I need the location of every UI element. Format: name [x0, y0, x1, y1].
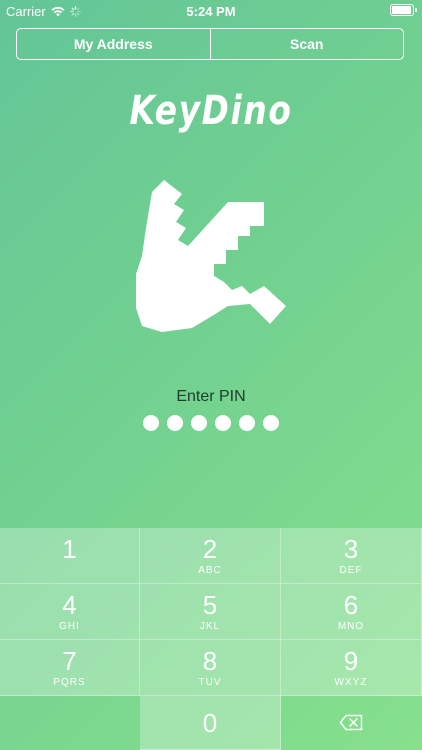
- key-3[interactable]: 3 DEF: [281, 528, 422, 584]
- tab-scan[interactable]: Scan: [209, 29, 404, 59]
- key-letters: GHI: [59, 620, 80, 632]
- tab-my-address[interactable]: My Address: [17, 29, 210, 59]
- key-letters: JKL: [199, 620, 221, 632]
- key-letters: MNO: [337, 620, 365, 632]
- key-number: 0: [202, 707, 218, 738]
- numeric-keypad: 1 2 ABC 3 DEF 4 GHI 5 JKL 6 MNO 7 PQRS 8…: [0, 528, 422, 750]
- pin-label: Enter PIN: [176, 388, 246, 405]
- dino-key-logo: [136, 180, 286, 332]
- status-right: [390, 4, 417, 16]
- key-5[interactable]: 5 JKL: [140, 584, 281, 640]
- key-9[interactable]: 9 WXYZ: [281, 640, 422, 696]
- key-letters: WXYZ: [334, 676, 368, 688]
- key-2[interactable]: 2 ABC: [140, 528, 281, 584]
- key-number: 7: [62, 645, 77, 676]
- key-number: 9: [343, 645, 359, 676]
- key-4[interactable]: 4 GHI: [0, 584, 140, 640]
- key-letters: ABC: [198, 564, 222, 576]
- key-8[interactable]: 8 TUV: [140, 640, 281, 696]
- pin-dot: [167, 415, 183, 431]
- key-number: 6: [343, 589, 359, 620]
- backspace-icon: [339, 714, 363, 731]
- key-letters: TUV: [198, 676, 222, 688]
- delete-key[interactable]: [281, 696, 422, 750]
- address-scan-segmented-control: My Address Scan: [16, 28, 404, 60]
- pin-dot: [215, 415, 231, 431]
- key-7[interactable]: 7 PQRS: [0, 640, 140, 696]
- key-letters: PQRS: [53, 676, 86, 688]
- pin-dot: [239, 415, 255, 431]
- pin-dots: [0, 415, 422, 431]
- key-number: 1: [62, 533, 77, 564]
- app-title: KeyDino: [129, 88, 293, 134]
- pin-dot: [263, 415, 279, 431]
- key-number: 5: [202, 589, 218, 620]
- key-number: 3: [343, 533, 359, 564]
- pin-dot: [143, 415, 159, 431]
- key-number: 8: [202, 645, 218, 676]
- key-1[interactable]: 1: [0, 528, 140, 584]
- key-number: 2: [202, 533, 218, 564]
- key-letters: DEF: [339, 564, 363, 576]
- key-blank: [0, 696, 140, 750]
- battery-icon: [390, 4, 417, 16]
- key-6[interactable]: 6 MNO: [281, 584, 422, 640]
- key-number: 4: [62, 589, 77, 620]
- pin-dot: [191, 415, 207, 431]
- status-bar: Carrier 5:24 PM: [0, 0, 422, 22]
- key-0[interactable]: 0: [140, 696, 281, 750]
- status-time: 5:24 PM: [186, 4, 236, 19]
